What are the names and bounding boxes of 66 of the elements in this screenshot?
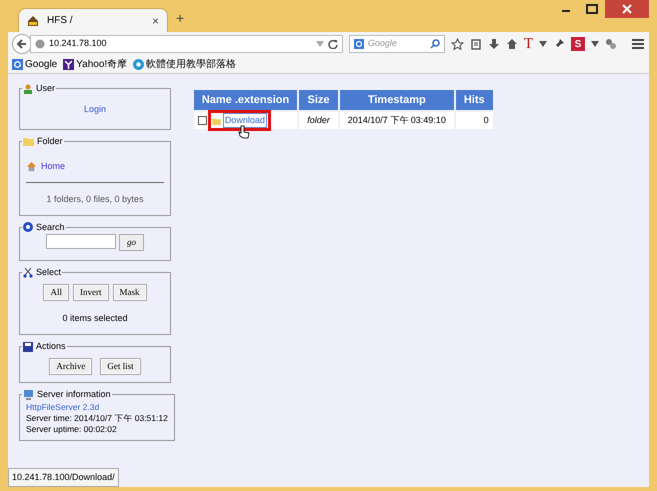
dropdown-icon[interactable] [539,41,547,47]
go-button[interactable]: go [119,234,144,251]
tab-close-button[interactable]: × [152,12,159,30]
panel-button[interactable]: All [43,284,69,301]
column-header[interactable]: Hits [456,90,493,110]
panel-button[interactable]: Get list [100,358,141,375]
panel-title: Server information [37,388,111,401]
server-info-text: Server time: 2014/10/7 下午 03:51:12 [26,412,168,424]
close-icon[interactable] [605,0,649,18]
panel-button[interactable]: Archive [49,358,92,375]
folder-link[interactable]: Download [222,112,267,128]
star-icon[interactable] [450,38,464,50]
table-cell-text: 0 [482,114,490,127]
login-link[interactable]: Login [84,104,106,114]
panel-button[interactable]: Invert [73,284,108,301]
bookmark-link[interactable]: Google [12,57,58,72]
server-software-link[interactable]: HttpFileServer 2.3d [26,402,168,412]
tab-title: HFS / [47,14,74,28]
bookmark-icon [63,59,74,70]
panel-title: Select [36,266,62,279]
panel-title: Folder [37,134,63,148]
panel-title: Search [36,220,65,234]
download-icon[interactable] [488,38,500,50]
clipboard-icon[interactable] [470,38,482,50]
bookmark-icon [133,59,144,70]
column-header[interactable]: Name .extension [194,90,298,110]
server-info-text: Server uptime: 00:02:02 [26,424,118,434]
search-placeholder: Google [368,37,398,50]
status-bar: 10.241.78.100/Download/ [8,468,119,487]
browser-tab[interactable]: HFS / × [18,8,168,32]
panel-title: Actions [36,340,66,353]
menu-icon[interactable] [631,38,645,50]
computer-icon [23,390,34,400]
house-icon [27,14,39,26]
bookmark-link[interactable]: 軟體使用教學部落格 [133,57,236,72]
text-tool-button[interactable]: T [524,36,533,52]
url-field[interactable]: 10.241.78.100 [30,35,343,53]
bookmark-link[interactable]: Yahoo!奇摩 [63,57,128,72]
user-icon [23,84,33,94]
folder-summary: 1 folders, 0 files, 0 bytes [46,194,144,204]
folder-icon [23,136,34,146]
search-engine-icon [354,39,364,49]
reload-icon[interactable] [328,39,338,49]
s-extension-button[interactable]: S [571,37,585,51]
search-icon[interactable] [430,39,440,49]
back-button[interactable] [12,34,32,54]
home-icon[interactable] [506,38,518,50]
url-text: 10.241.78.100 [49,37,108,50]
search-input[interactable] [46,234,116,249]
search-engine-icon [12,59,23,70]
home-icon [26,161,37,172]
back-arrow-icon [17,39,27,49]
table-cell-text: 2014/10/7 下午 03:49:10 [346,114,447,127]
selection-status: 0 items selected [62,313,128,323]
panel-title: User [36,82,56,95]
column-header[interactable]: Size [299,90,338,110]
dropdown-icon[interactable] [591,41,599,47]
scissors-icon [23,268,33,278]
new-tab-button[interactable]: + [176,8,184,29]
extension-icon[interactable] [605,38,617,50]
panel-button[interactable]: Mask [112,284,146,301]
column-header[interactable]: Timestamp [340,90,454,110]
row-checkbox[interactable] [198,116,207,125]
folder-icon [212,116,221,124]
table-cell-text: folder [306,114,331,127]
home-link[interactable]: Home [41,160,66,174]
